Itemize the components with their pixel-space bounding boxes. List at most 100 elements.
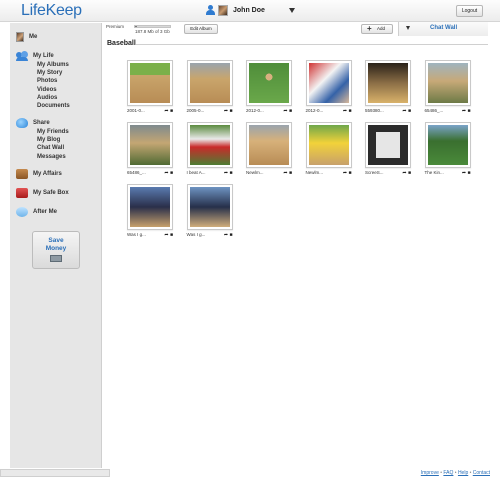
photo-item[interactable]: Was I g... ➦ ■ bbox=[186, 184, 233, 240]
photo-thumbnail[interactable] bbox=[305, 122, 352, 168]
lock-icon[interactable]: ■ bbox=[407, 170, 411, 176]
photo-name[interactable]: 2005-0... bbox=[187, 108, 205, 113]
lock-icon[interactable]: ■ bbox=[347, 108, 351, 114]
sidebar-item-label: My Life bbox=[33, 53, 54, 59]
lock-icon[interactable]: ■ bbox=[228, 170, 232, 176]
photo-item[interactable]: 559380... ➦ ■ bbox=[365, 60, 411, 116]
photo-thumbnail[interactable] bbox=[186, 184, 233, 230]
photo-thumbnail[interactable] bbox=[186, 122, 233, 168]
photo-item[interactable]: 2001-0... ➦ ■ bbox=[127, 60, 173, 116]
sidebar-subitem-audios[interactable]: Audios bbox=[37, 94, 70, 102]
photo-thumbnail[interactable] bbox=[127, 60, 173, 106]
footer-link-contact[interactable]: Contact bbox=[473, 470, 490, 476]
photo-name[interactable]: I beat A... bbox=[187, 170, 206, 175]
photo-name[interactable]: Was I g... bbox=[127, 232, 146, 237]
photo-item[interactable]: The Kin... ➦ ■ bbox=[424, 122, 471, 178]
photo-name[interactable]: Newlm... bbox=[246, 170, 264, 175]
photo-item[interactable]: I beat A... ➦ ■ bbox=[186, 122, 233, 178]
photo-name[interactable]: Newlm... bbox=[306, 170, 324, 175]
photo-actions: ➦ ■ bbox=[224, 108, 233, 114]
sidebar-item-share[interactable]: Share bbox=[16, 118, 69, 128]
photo-thumbnail[interactable] bbox=[424, 60, 471, 106]
photo-thumbnail[interactable] bbox=[186, 60, 233, 106]
photo-image bbox=[130, 63, 170, 103]
lock-icon[interactable]: ■ bbox=[228, 108, 232, 114]
photo-item[interactable]: Newlm... ➦ ■ bbox=[305, 122, 352, 178]
user-name[interactable]: John Doe bbox=[233, 7, 265, 14]
photo-name[interactable]: 2001-0... bbox=[127, 108, 145, 113]
lock-icon[interactable]: ■ bbox=[466, 170, 470, 176]
photo-caption: 2012-0... ➦ ■ bbox=[246, 108, 292, 116]
photo-thumbnail[interactable] bbox=[365, 60, 411, 106]
photo-name[interactable]: 2012-0... bbox=[246, 108, 264, 113]
sidebar-subitem-videos[interactable]: Videos bbox=[37, 86, 70, 94]
chevron-down-icon[interactable] bbox=[289, 8, 295, 13]
lock-icon[interactable]: ■ bbox=[169, 108, 173, 114]
lock-icon[interactable]: ■ bbox=[288, 170, 292, 176]
sidebar-subitem-my-blog[interactable]: My Blog bbox=[37, 136, 69, 144]
photo-name[interactable]: The Kin... bbox=[425, 170, 444, 175]
sidebar-group-share: Share My Friends My Blog Chat Wall Messa… bbox=[16, 118, 69, 161]
chevron-down-icon[interactable] bbox=[406, 26, 410, 30]
photo-thumbnail[interactable] bbox=[246, 60, 292, 106]
horizontal-scrollbar[interactable] bbox=[0, 469, 110, 477]
photo-name[interactable]: 559380... bbox=[365, 108, 384, 113]
lock-icon[interactable]: ■ bbox=[407, 108, 411, 114]
photo-name[interactable]: Was I g... bbox=[187, 232, 206, 237]
photo-thumbnail[interactable] bbox=[127, 184, 173, 230]
sidebar-subitem-my-albums[interactable]: My Albums bbox=[37, 61, 70, 69]
photo-item[interactable]: 65486_... ➦ ■ bbox=[424, 60, 471, 116]
footer-link-improve[interactable]: Improve bbox=[421, 470, 439, 476]
add-button[interactable]: + Add bbox=[361, 24, 393, 34]
sidebar-item-me[interactable]: Me bbox=[16, 32, 37, 42]
footer-link-faq[interactable]: FAQ bbox=[443, 470, 453, 476]
album-title: Baseball bbox=[107, 40, 136, 47]
photo-item[interactable]: 65486_... ➦ ■ bbox=[127, 122, 173, 178]
photo-thumbnail[interactable] bbox=[305, 60, 352, 106]
photo-thumbnail[interactable] bbox=[127, 122, 173, 168]
lock-icon[interactable]: ■ bbox=[169, 232, 173, 238]
lock-icon[interactable]: ■ bbox=[288, 108, 292, 114]
photo-name[interactable]: ScreeS... bbox=[365, 170, 384, 175]
user-menu[interactable]: John Doe bbox=[206, 5, 265, 16]
sidebar-item-my-safe-box[interactable]: My Safe Box bbox=[16, 188, 69, 198]
lock-icon[interactable]: ■ bbox=[169, 170, 173, 176]
lock-icon[interactable]: ■ bbox=[228, 232, 232, 238]
photo-thumbnail[interactable] bbox=[424, 122, 471, 168]
photo-caption: 559380... ➦ ■ bbox=[365, 108, 411, 116]
logout-button[interactable]: Logout bbox=[456, 5, 483, 17]
sidebar-subitem-my-friends[interactable]: My Friends bbox=[37, 128, 69, 136]
footer-link-help[interactable]: Help bbox=[458, 470, 468, 476]
photo-actions: ➦ ■ bbox=[343, 108, 352, 114]
sidebar-subitem-chat-wall[interactable]: Chat Wall bbox=[37, 144, 69, 152]
photo-actions: ➦ ■ bbox=[462, 170, 471, 176]
photo-item[interactable]: ScreeS... ➦ ■ bbox=[365, 122, 411, 178]
photo-item[interactable]: Was I g... ➦ ■ bbox=[127, 184, 173, 240]
save-money-button[interactable]: Save Money bbox=[32, 231, 80, 269]
sidebar-subitem-my-story[interactable]: My Story bbox=[37, 69, 70, 77]
photo-item[interactable]: 2012-0... ➦ ■ bbox=[246, 60, 292, 116]
edit-album-button[interactable]: Edit Album bbox=[184, 24, 218, 34]
photo-item[interactable]: 2005-0... ➦ ■ bbox=[186, 60, 233, 116]
lock-icon[interactable]: ■ bbox=[347, 170, 351, 176]
photo-name[interactable]: 2012-0... bbox=[306, 108, 324, 113]
avatar bbox=[218, 5, 228, 16]
lock-icon[interactable]: ■ bbox=[466, 108, 470, 114]
plan-label: Premium bbox=[106, 24, 125, 29]
sidebar-subitem-messages[interactable]: Messages bbox=[37, 153, 69, 161]
photo-name[interactable]: 65486_... bbox=[425, 108, 444, 113]
photo-image bbox=[189, 63, 230, 103]
photo-thumbnail[interactable] bbox=[246, 122, 292, 168]
photo-thumbnail[interactable] bbox=[365, 122, 411, 168]
photo-item[interactable]: 2012-0... ➦ ■ bbox=[305, 60, 352, 116]
sidebar-subitem-documents[interactable]: Documents bbox=[37, 102, 70, 110]
sidebar-item-after-me[interactable]: After Me bbox=[16, 207, 57, 217]
chat-wall-panel[interactable]: Chat Wall bbox=[398, 22, 488, 36]
photo-name[interactable]: 65486_... bbox=[127, 170, 146, 175]
sidebar-item-my-life[interactable]: My Life bbox=[16, 51, 70, 61]
sidebar-item-my-affairs[interactable]: My Affairs bbox=[16, 169, 62, 179]
app-logo[interactable]: LifeKeep bbox=[21, 2, 82, 20]
sidebar-subitem-photos[interactable]: Photos bbox=[37, 77, 70, 85]
sidebar-item-label: My Safe Box bbox=[33, 190, 69, 196]
photo-item[interactable]: Newlm... ➦ ■ bbox=[246, 122, 292, 178]
